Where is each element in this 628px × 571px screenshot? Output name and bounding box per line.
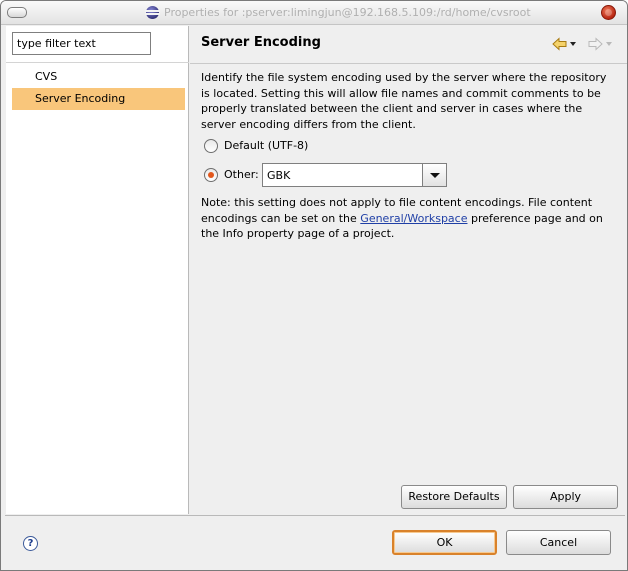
window-title: Properties for :pserver:limingjun@192.16… <box>164 6 531 19</box>
cancel-button[interactable]: Cancel <box>506 530 611 555</box>
tree-item-label: CVS <box>35 70 58 83</box>
tree-item-server-encoding[interactable]: Server Encoding <box>12 88 185 110</box>
close-window-button[interactable] <box>601 5 616 20</box>
divider <box>6 62 189 63</box>
tree-item-cvs[interactable]: CVS <box>12 66 185 88</box>
default-encoding-label: Default (UTF-8) <box>224 139 309 152</box>
window-menu-button[interactable] <box>7 7 27 18</box>
filter-input[interactable] <box>12 32 151 55</box>
restore-defaults-button[interactable]: Restore Defaults <box>401 485 507 509</box>
divider <box>5 515 625 516</box>
default-encoding-radio[interactable] <box>204 139 218 153</box>
page-title: Server Encoding <box>201 35 321 50</box>
page-description: Identify the file system encoding used b… <box>201 71 607 131</box>
eclipse-logo-icon <box>145 6 160 19</box>
title-bar[interactable]: Properties for :pserver:limingjun@192.16… <box>1 1 627 25</box>
apply-button[interactable]: Apply <box>513 485 618 509</box>
help-question-icon[interactable]: ? <box>23 536 38 551</box>
note-text: Note: this setting does not apply to fil… <box>201 195 621 242</box>
divider <box>190 63 627 64</box>
chevron-down-icon[interactable] <box>422 164 446 186</box>
ok-button[interactable]: OK <box>392 530 497 555</box>
forward-arrow-icon[interactable] <box>588 37 614 51</box>
tree-item-label: Server Encoding <box>35 92 126 105</box>
properties-dialog: Properties for :pserver:limingjun@192.16… <box>0 0 628 571</box>
property-page-tree-pane: CVS Server Encoding <box>6 26 189 514</box>
property-page-content: Server Encoding Identify the file system… <box>190 26 627 514</box>
back-arrow-icon[interactable] <box>552 37 578 51</box>
encoding-combo-value: GBK <box>267 169 291 182</box>
other-encoding-radio[interactable] <box>204 168 218 182</box>
other-encoding-label: Other: <box>224 168 259 181</box>
encoding-combo[interactable]: GBK <box>262 163 447 187</box>
general-workspace-link[interactable]: General/Workspace <box>360 212 467 225</box>
